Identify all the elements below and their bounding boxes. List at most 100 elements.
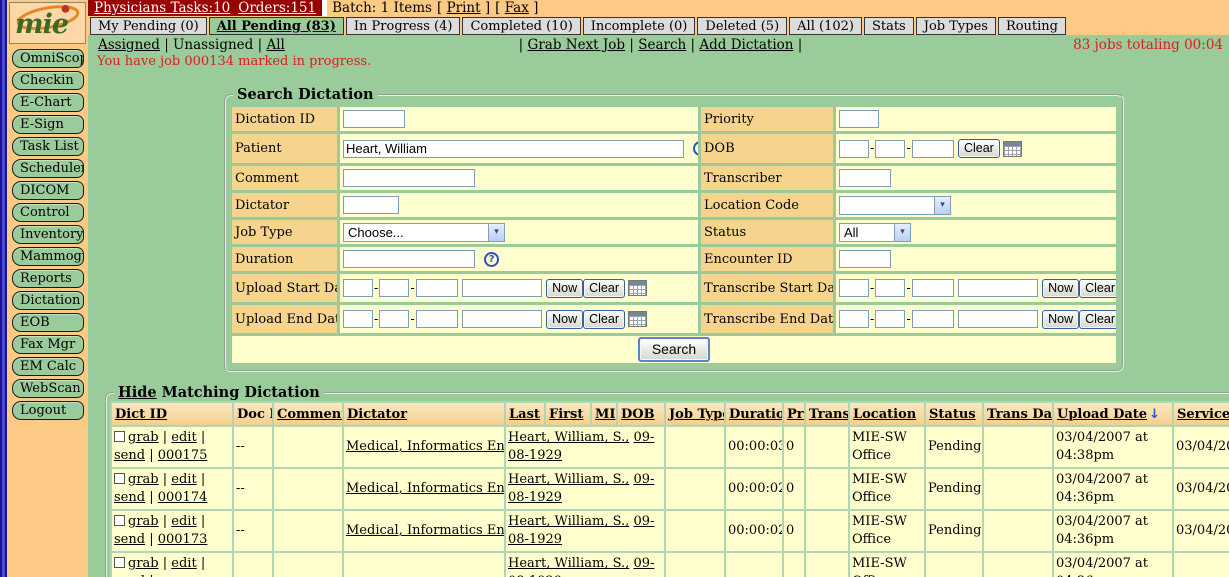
priority-input[interactable]	[839, 110, 879, 128]
sidebar-item[interactable]: E-Sign	[12, 115, 84, 134]
tab[interactable]: Stats	[864, 17, 914, 35]
patient-name-link[interactable]: Heart, William, S.,	[508, 514, 629, 529]
sidebar-item[interactable]: Logout	[12, 401, 84, 420]
tab[interactable]: All (102)	[789, 17, 862, 35]
sidebar-item[interactable]: Scheduler	[12, 159, 84, 178]
sidebar-item[interactable]: Reports	[12, 269, 84, 288]
tab[interactable]: Completed (10)	[462, 17, 580, 35]
row-checkbox[interactable]	[114, 431, 125, 442]
upload-end-time-input[interactable]	[462, 310, 542, 328]
col-comment[interactable]: Comment	[277, 407, 342, 422]
transcribe-start-year-input[interactable]	[912, 279, 954, 297]
sidebar-item[interactable]: DICOM	[12, 181, 84, 200]
tab[interactable]: Job Types	[916, 17, 996, 35]
calendar-icon[interactable]	[628, 280, 647, 296]
transcribe-end-clear-button[interactable]: Clear	[1079, 310, 1116, 329]
grab-link[interactable]: grab	[128, 514, 159, 529]
sidebar-item[interactable]: Fax Mgr	[12, 335, 84, 354]
col-status[interactable]: Status	[929, 407, 976, 422]
sidebar-item[interactable]: EM Calc	[12, 357, 84, 376]
transcribe-end-time-input[interactable]	[958, 310, 1038, 328]
dob-day-input[interactable]	[875, 140, 905, 158]
hide-link[interactable]: Hide	[118, 384, 157, 401]
help-icon[interactable]: ?	[484, 252, 499, 267]
status-select[interactable]: All ▾	[839, 223, 911, 242]
upload-start-time-input[interactable]	[462, 279, 542, 297]
search-button[interactable]: Search	[638, 337, 710, 362]
fax-link[interactable]: Fax	[505, 0, 529, 16]
send-link[interactable]: send	[114, 490, 145, 505]
sidebar-item[interactable]: OmniScope	[12, 49, 84, 68]
col-dict-id[interactable]: Dict ID	[115, 407, 167, 422]
dob-month-input[interactable]	[839, 140, 869, 158]
transcribe-start-clear-button[interactable]: Clear	[1079, 279, 1116, 298]
transcribe-end-month-input[interactable]	[839, 310, 869, 328]
transcribe-end-year-input[interactable]	[912, 310, 954, 328]
col-service-date[interactable]: Service Date	[1177, 407, 1229, 422]
col-location[interactable]: Location	[853, 407, 916, 422]
dictation-id-input[interactable]	[343, 110, 405, 128]
dob-year-input[interactable]	[912, 140, 954, 158]
col-job-type[interactable]: Job Type	[669, 407, 724, 422]
tab[interactable]: In Progress (4)	[346, 17, 461, 35]
upload-end-month-input[interactable]	[343, 310, 373, 328]
add-dictation-link[interactable]: Add Dictation	[699, 37, 793, 53]
sidebar-item[interactable]: Control	[12, 203, 84, 222]
upload-start-clear-button[interactable]: Clear	[583, 279, 625, 298]
all-link[interactable]: All	[266, 37, 284, 53]
col-trans[interactable]: Trans	[809, 407, 848, 422]
patient-input[interactable]	[343, 140, 684, 158]
sidebar-item[interactable]: WebScan	[12, 379, 84, 398]
sidebar-item[interactable]: Mammogra	[12, 247, 84, 266]
transcribe-start-time-input[interactable]	[958, 279, 1038, 297]
send-link[interactable]: send	[114, 448, 145, 463]
dob-clear-button[interactable]: Clear	[958, 139, 1000, 158]
upload-start-day-input[interactable]	[379, 279, 409, 297]
sidebar-item[interactable]: Checkin	[12, 71, 84, 90]
upload-end-day-input[interactable]	[379, 310, 409, 328]
tab[interactable]: Deleted (5)	[697, 17, 787, 35]
tab[interactable]: My Pending (0)	[90, 17, 207, 35]
edit-link[interactable]: edit	[171, 472, 196, 487]
dictator-input[interactable]	[343, 196, 399, 214]
calendar-icon[interactable]	[1003, 141, 1022, 157]
dict-id-link[interactable]: 000174	[158, 490, 208, 505]
comment-input[interactable]	[343, 169, 475, 187]
dictator-link[interactable]: Medical, Informatics Eng.	[346, 439, 504, 454]
edit-link[interactable]: edit	[171, 556, 196, 571]
transcribe-start-now-button[interactable]: Now	[1042, 279, 1079, 298]
col-dob[interactable]: DOB	[621, 407, 655, 422]
search-link[interactable]: Search	[638, 37, 686, 53]
sort-desc-icon[interactable]: ↓	[1149, 407, 1160, 422]
orders-link[interactable]: Orders:151	[238, 0, 316, 16]
upload-start-month-input[interactable]	[343, 279, 373, 297]
tab[interactable]: Incomplete (0)	[583, 17, 696, 35]
transcribe-end-now-button[interactable]: Now	[1042, 310, 1079, 329]
tab[interactable]: Routing	[998, 17, 1066, 35]
patient-name-link[interactable]: Heart, William, S.,	[508, 430, 629, 445]
row-checkbox[interactable]	[114, 473, 125, 484]
grab-link[interactable]: grab	[128, 472, 159, 487]
sidebar-item[interactable]: Inventory	[12, 225, 84, 244]
col-upload-date[interactable]: Upload Date	[1057, 407, 1147, 422]
assigned-link[interactable]: Assigned	[98, 37, 160, 53]
upload-start-now-button[interactable]: Now	[546, 279, 583, 298]
col-dictator[interactable]: Dictator	[347, 407, 407, 422]
location-code-select[interactable]: ▾	[839, 196, 951, 215]
patient-name-link[interactable]: Heart, William, S.,	[508, 556, 629, 571]
transcribe-start-day-input[interactable]	[875, 279, 905, 297]
tab[interactable]: All Pending (83)	[209, 17, 344, 35]
print-link[interactable]: Print	[447, 0, 481, 16]
col-trans-date[interactable]: Trans Date	[987, 407, 1052, 422]
dictator-link[interactable]: Medical, Informatics Eng.	[346, 523, 504, 538]
col-duration[interactable]: Duration	[729, 407, 782, 422]
col-last[interactable]: Last	[509, 407, 540, 422]
edit-link[interactable]: edit	[171, 430, 196, 445]
col-pri[interactable]: Pri	[787, 407, 804, 422]
job-type-select[interactable]: Choose... ▾	[343, 223, 505, 242]
upload-end-now-button[interactable]: Now	[546, 310, 583, 329]
grab-link[interactable]: grab	[128, 430, 159, 445]
sidebar-item[interactable]: E-Chart	[12, 93, 84, 112]
dictator-link[interactable]: Medical, Informatics Eng.	[346, 481, 504, 496]
sidebar-item[interactable]: Task List	[12, 137, 84, 156]
